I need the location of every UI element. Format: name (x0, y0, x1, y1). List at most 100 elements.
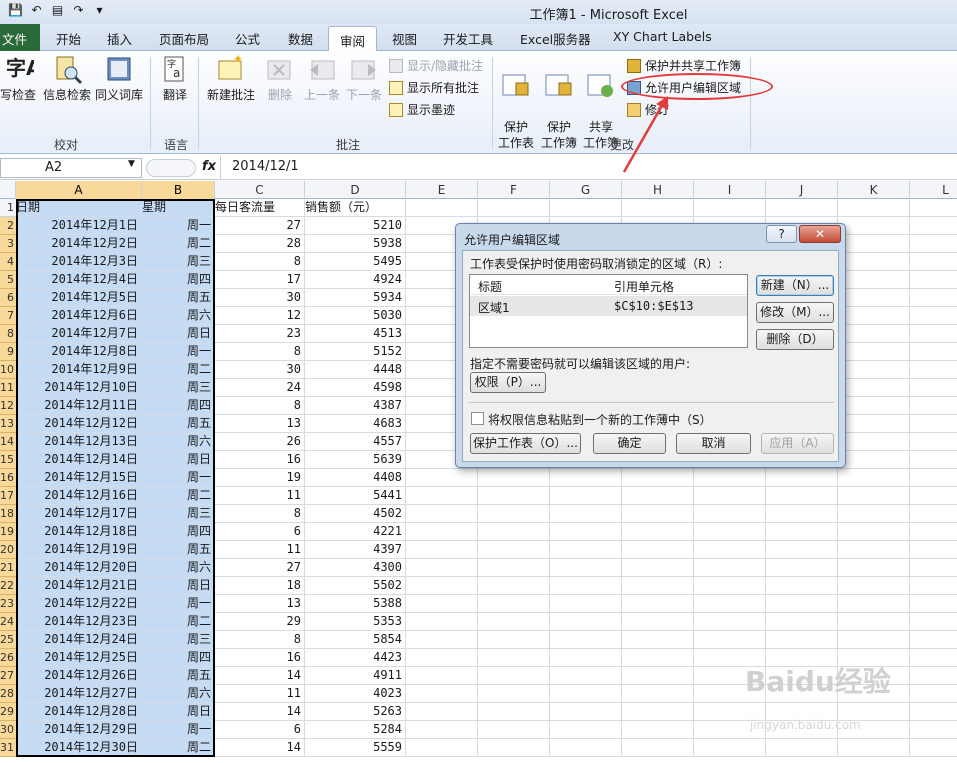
column-header-l[interactable]: L (910, 181, 957, 199)
cell-c[interactable]: 6 (215, 721, 305, 739)
cell-c[interactable]: 23 (215, 325, 305, 343)
cell-empty[interactable] (838, 451, 910, 469)
cell-b[interactable]: 周四 (142, 397, 215, 415)
cell-a[interactable]: 2014年12月13日 (16, 433, 142, 451)
column-header-g[interactable]: G (550, 181, 622, 199)
row-header[interactable]: 19 (0, 523, 16, 541)
cell-empty[interactable] (622, 559, 694, 577)
cell-a[interactable]: 2014年12月27日 (16, 685, 142, 703)
cell-d[interactable]: 5934 (305, 289, 406, 307)
cell-empty[interactable] (550, 739, 622, 757)
cell-d[interactable]: 5559 (305, 739, 406, 757)
cell-empty[interactable] (550, 613, 622, 631)
cell-empty[interactable] (694, 613, 766, 631)
cell-d[interactable]: 4300 (305, 559, 406, 577)
column-header-b[interactable]: B (142, 181, 215, 199)
cell-empty[interactable] (622, 631, 694, 649)
column-header-c[interactable]: C (215, 181, 305, 199)
row-header[interactable]: 7 (0, 307, 16, 325)
cell-empty[interactable] (910, 217, 957, 235)
row-header[interactable]: 18 (0, 505, 16, 523)
help-button[interactable]: ? (766, 225, 797, 243)
cell-empty[interactable] (406, 649, 478, 667)
cell-empty[interactable] (550, 559, 622, 577)
cell-empty[interactable] (910, 199, 957, 217)
cell-c[interactable]: 30 (215, 289, 305, 307)
cell-empty[interactable] (406, 469, 478, 487)
cell-c[interactable]: 8 (215, 253, 305, 271)
column-header-f[interactable]: F (478, 181, 550, 199)
row-header[interactable]: 10 (0, 361, 16, 379)
row-header[interactable]: 3 (0, 235, 16, 253)
cell-empty[interactable] (694, 541, 766, 559)
cell-d[interactable]: 5353 (305, 613, 406, 631)
cell-empty[interactable] (478, 577, 550, 595)
cell-c[interactable]: 11 (215, 487, 305, 505)
cell-a[interactable]: 2014年12月3日 (16, 253, 142, 271)
protect-sheet-button[interactable]: 保护 工作表 (496, 53, 536, 151)
cell-empty[interactable] (910, 739, 957, 757)
cell-empty[interactable] (550, 595, 622, 613)
cell-d[interactable]: 4408 (305, 469, 406, 487)
cell-empty[interactable] (694, 559, 766, 577)
cell-empty[interactable] (910, 433, 957, 451)
tab-excel-services[interactable]: Excel服务器 (520, 29, 591, 48)
select-all-corner[interactable] (0, 181, 16, 199)
tab-file[interactable]: 文件 (0, 24, 40, 51)
cell-empty[interactable] (478, 559, 550, 577)
tab-home[interactable]: 开始 (56, 29, 81, 48)
cell-empty[interactable] (910, 307, 957, 325)
new-range-button[interactable]: 新建（N）... (756, 275, 834, 296)
cell-a[interactable]: 2014年12月29日 (16, 721, 142, 739)
cell-b[interactable]: 周一 (142, 469, 215, 487)
cell-d[interactable]: 5441 (305, 487, 406, 505)
cell-empty[interactable] (550, 577, 622, 595)
cell-empty[interactable] (910, 397, 957, 415)
insert-function-button[interactable]: fx (202, 159, 216, 174)
cell-c[interactable]: 8 (215, 397, 305, 415)
show-all-comments-button[interactable]: 显示所有批注 (389, 79, 479, 96)
cell-empty[interactable] (622, 649, 694, 667)
cell-empty[interactable] (910, 721, 957, 739)
cell-empty[interactable] (910, 523, 957, 541)
row-header[interactable]: 13 (0, 415, 16, 433)
cell-c[interactable]: 8 (215, 343, 305, 361)
tab-formulas[interactable]: 公式 (235, 29, 260, 48)
cell-a[interactable]: 2014年12月11日 (16, 397, 142, 415)
ranges-list[interactable]: 标题 引用单元格 区域1 $C$10:$E$13 (469, 274, 748, 348)
cell-d[interactable]: 5284 (305, 721, 406, 739)
cell-d[interactable]: 4023 (305, 685, 406, 703)
cell-empty[interactable] (622, 487, 694, 505)
cell-empty[interactable] (406, 541, 478, 559)
cell-empty[interactable] (622, 469, 694, 487)
row-header[interactable]: 24 (0, 613, 16, 631)
tab-xy-chart-labels[interactable]: XY Chart Labels (613, 29, 712, 44)
cell-a[interactable]: 2014年12月26日 (16, 667, 142, 685)
cell-empty[interactable] (478, 613, 550, 631)
spelling-button[interactable]: 字A 写检查 (0, 53, 40, 103)
cell-empty[interactable] (910, 415, 957, 433)
cell-empty[interactable] (622, 199, 694, 217)
cell-a[interactable]: 2014年12月17日 (16, 505, 142, 523)
cell-empty[interactable] (478, 685, 550, 703)
cell-empty[interactable] (550, 685, 622, 703)
cell-empty[interactable] (910, 271, 957, 289)
cell-empty[interactable] (406, 505, 478, 523)
cell-b[interactable]: 周日 (142, 703, 215, 721)
cell-c[interactable]: 16 (215, 649, 305, 667)
cell-empty[interactable] (838, 559, 910, 577)
cell-a[interactable]: 2014年12月12日 (16, 415, 142, 433)
cell-b[interactable]: 周六 (142, 685, 215, 703)
cell-empty[interactable] (550, 649, 622, 667)
research-button[interactable]: 信息检索 (42, 53, 92, 103)
cell-empty[interactable] (910, 649, 957, 667)
cell-empty[interactable] (910, 469, 957, 487)
cell-empty[interactable] (838, 613, 910, 631)
cell-empty[interactable] (910, 379, 957, 397)
cell-c[interactable]: 27 (215, 217, 305, 235)
cell-empty[interactable] (406, 685, 478, 703)
list-item[interactable]: 区域1 $C$10:$E$13 (470, 296, 747, 316)
col-ref-header[interactable]: 引用单元格 (614, 278, 674, 295)
cell-c[interactable]: 26 (215, 433, 305, 451)
cell-empty[interactable] (838, 739, 910, 757)
